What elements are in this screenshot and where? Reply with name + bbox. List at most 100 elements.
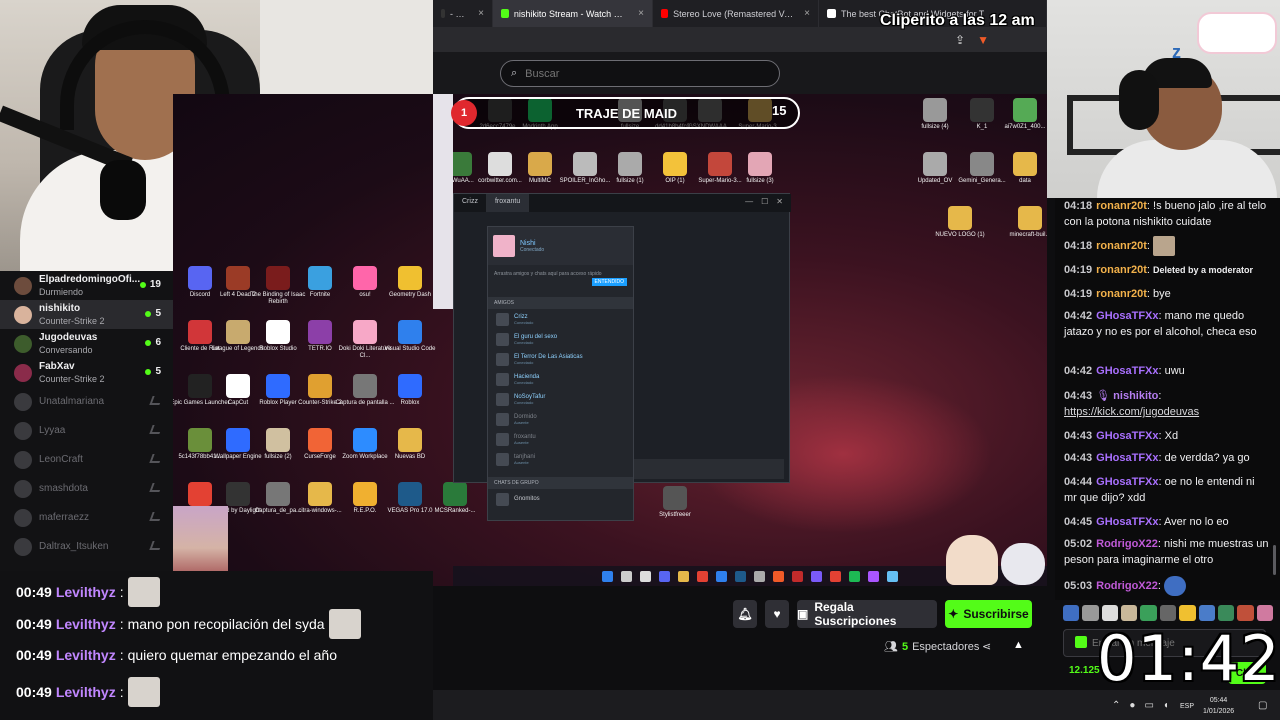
browser-tab-label: Stereo Love (Remastered Version) - Y [673, 8, 793, 19]
language-indicator[interactable]: ESP [1180, 703, 1194, 710]
browser-tab[interactable]: Stereo Love (Remastered Version) - Y × [653, 0, 819, 27]
friend-status: Conectado [514, 359, 534, 365]
search-input[interactable] [525, 67, 746, 80]
message-user[interactable]: GHosaTFXx [1096, 516, 1158, 528]
sidebar-channel[interactable]: Daltrax_Itsuken [0, 532, 173, 561]
emote-shortcut-icon[interactable] [1121, 605, 1138, 621]
friend-status: Conectado [514, 319, 534, 325]
browser-tab[interactable]: nishikito Stream - Watch Live on × [493, 0, 653, 27]
follow-button[interactable]: ♥ [765, 600, 789, 628]
viewer-number: 6 [155, 337, 161, 348]
message-user[interactable]: RodrigoX22 [1096, 538, 1158, 550]
emote-shortcut-icon[interactable] [1063, 605, 1080, 621]
close-icon[interactable]: ✕ [776, 197, 783, 206]
share-page-icon[interactable]: ⇪ [955, 33, 965, 47]
desktop-icon[interactable]: minecraft-buil... [998, 206, 1047, 239]
viewer-count: 5 [145, 308, 161, 319]
message-user[interactable]: ronanr20t [1096, 240, 1147, 252]
friend-status: Ausente [514, 419, 529, 425]
gift-subs-button[interactable]: ▣ Regala Suscripciones [797, 600, 937, 628]
avatar [496, 312, 509, 326]
sidebar-channel[interactable]: Lyyaa [0, 416, 173, 445]
subscribe-button[interactable]: ✦ Suscribirse [945, 600, 1032, 628]
emote-shortcut-icon[interactable] [1256, 605, 1273, 621]
warning-icon[interactable]: ▲ [1013, 639, 1024, 651]
message-text: Aver no lo eo [1164, 516, 1229, 528]
desktop-icon[interactable]: Visual Studio Code [378, 320, 442, 353]
notify-button[interactable]: 🔔︎ [733, 600, 757, 628]
group-chat-name: Gnomitos [514, 496, 540, 502]
stream-edge [433, 94, 453, 309]
message-time: 04:43 [1064, 390, 1093, 402]
clock[interactable]: 05:44 1/01/2026 [1203, 695, 1234, 717]
channel-name: smashdota [39, 482, 88, 494]
taskbar-app-icon [754, 570, 765, 582]
microphone-icon[interactable]: ● [1129, 700, 1135, 711]
avatar [496, 492, 509, 506]
desktop-icon[interactable]: Roblox [378, 374, 442, 407]
steam-tab[interactable]: Crizz [454, 194, 487, 212]
emote-shortcut-icon[interactable] [1237, 605, 1254, 621]
chevron-up-icon[interactable]: ⌃ [1112, 700, 1120, 711]
overlay-chat-message: 00:49 Levilthyz: [16, 677, 160, 707]
app-icon [970, 98, 994, 122]
chat-scrollbar[interactable] [1273, 545, 1276, 575]
desktop-icon[interactable]: data [993, 152, 1047, 185]
emote-picker-icon[interactable] [1075, 636, 1087, 648]
volume-icon[interactable]: ◖ [1163, 700, 1169, 711]
desktop-icon[interactable]: Stylistfreeer [643, 486, 707, 519]
sidebar-channel[interactable]: LeonCraft [0, 445, 173, 474]
maximize-icon[interactable]: ☐ [761, 197, 768, 206]
sidebar-channel[interactable]: nishikito Counter-Strike 2 5 [0, 300, 173, 329]
emote-shortcut-icon[interactable] [1101, 605, 1119, 621]
close-tab-icon[interactable]: × [638, 8, 644, 19]
message-user[interactable]: GHosaTFXx [1096, 430, 1158, 442]
emote-shortcut-icon[interactable] [1217, 605, 1235, 621]
message-user[interactable]: RodrigoX22 [1096, 580, 1158, 592]
message-user[interactable]: GHosaTFXx [1096, 310, 1158, 322]
close-tab-icon[interactable]: × [478, 8, 484, 19]
emote-shortcut-icon[interactable] [1140, 605, 1157, 621]
message-separator: : [119, 684, 124, 700]
message-user[interactable]: GHosaTFXx [1096, 452, 1158, 464]
emote-shortcut-icon[interactable] [1179, 605, 1196, 621]
share-icon[interactable]: ⋖ [982, 640, 991, 653]
notifications-icon[interactable]: ▢ [1258, 700, 1267, 711]
sidebar-channel[interactable]: ElpadredomingoOfi... Durmiendo 19 [0, 271, 173, 300]
steam-tab[interactable]: froxantu [486, 194, 530, 212]
message-user[interactable]: ronanr20t [1096, 288, 1147, 300]
search-bar[interactable]: ⌕ [500, 60, 780, 87]
taskbar-app-icon [640, 570, 651, 582]
chat-message: 04:43 🎙︎ nishikito: https://kick.com/jugo… [1064, 388, 1270, 420]
desktop-icon[interactable]: fullsize (3) [728, 152, 792, 185]
emote-shortcut-icon[interactable] [1159, 605, 1177, 621]
desktop-icon[interactable]: ai7w0Z1_400... [993, 98, 1047, 131]
close-tab-icon[interactable]: × [804, 8, 810, 19]
taskbar-app-icon [602, 570, 613, 582]
channel-points[interactable]: 12.125 [1069, 665, 1100, 676]
browser-tab[interactable]: - Watch L × [433, 0, 493, 27]
sidebar-channel[interactable]: Unatalmariana [0, 387, 173, 416]
message-link[interactable]: https://kick.com/jugodeuvas [1064, 406, 1199, 418]
message-time: 04:19 [1064, 264, 1093, 276]
desktop-icon[interactable]: NUEVO LOGO (1) [928, 206, 992, 239]
sidebar-channel[interactable]: FabXav Counter-Strike 2 5 [0, 358, 173, 387]
sidebar-channel[interactable]: maferraezz [0, 503, 173, 532]
anime-girl-sprite [946, 535, 998, 585]
brave-shield-icon[interactable]: ▼ [977, 33, 989, 47]
emote-shortcut-icon[interactable] [1198, 605, 1215, 621]
message-user[interactable]: ronanr20t [1096, 200, 1147, 212]
sidebar-channel[interactable]: Jugodeuvas Conversando 6 [0, 329, 173, 358]
desktop-icon[interactable]: Nuevas BD [378, 428, 442, 461]
emote-shortcut-icon[interactable] [1082, 605, 1099, 621]
desktop-icon[interactable]: MCSRanked-... [423, 482, 487, 515]
message-user[interactable]: GHosaTFXx [1096, 476, 1158, 488]
message-user[interactable]: nishikito [1113, 390, 1158, 402]
display-icon[interactable]: ▭ [1144, 700, 1153, 711]
message-user[interactable]: GHosaTFXx [1096, 365, 1158, 377]
app-icon [353, 374, 377, 398]
minimize-icon[interactable]: — [745, 197, 753, 206]
live-dot-icon [145, 310, 152, 317]
sidebar-channel[interactable]: smashdota [0, 474, 173, 503]
message-user[interactable]: ronanr20t [1096, 264, 1147, 276]
